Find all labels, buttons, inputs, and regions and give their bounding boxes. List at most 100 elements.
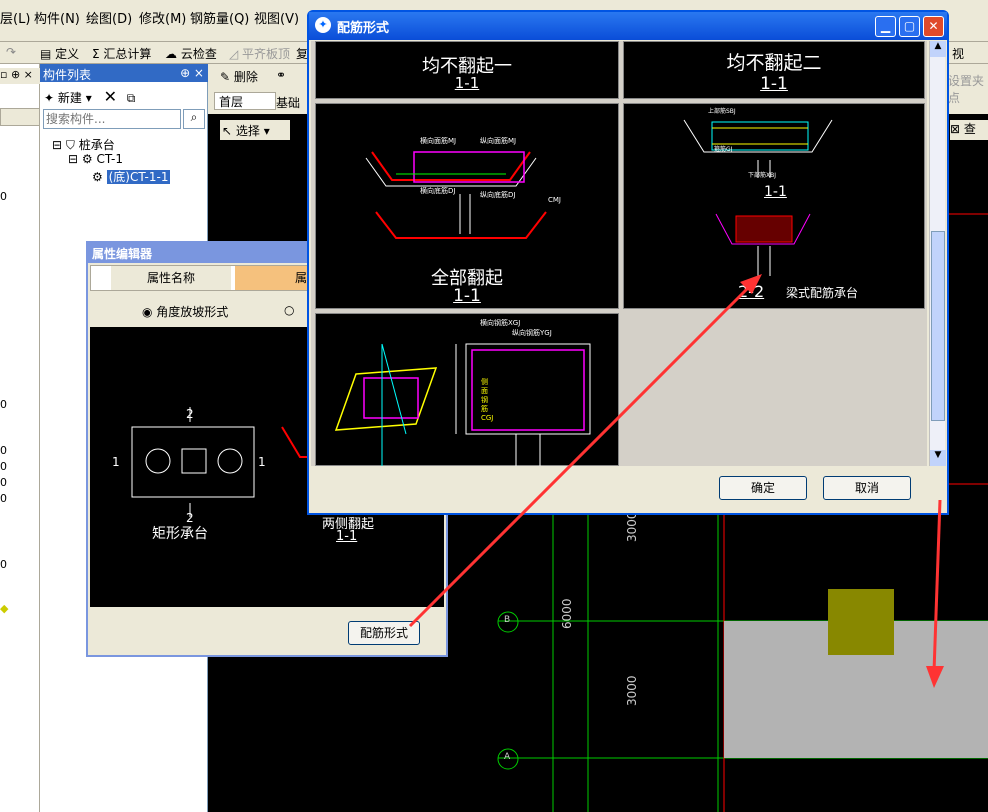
- axis-label-b: B: [504, 615, 511, 625]
- menu-component[interactable]: 构件(N): [34, 8, 80, 27]
- label-top-bar: 上部筋SBJ: [708, 108, 736, 115]
- sum-calc-button[interactable]: Σ 汇总计算: [92, 45, 151, 62]
- new-button[interactable]: ✦ 新建 ▾: [44, 91, 92, 105]
- left-num: 0: [0, 398, 7, 411]
- rect-cap-label: 矩形承台: [152, 526, 208, 542]
- option-cell-2[interactable]: 均不翻起二 1-1: [623, 41, 925, 99]
- left-num: 0: [0, 492, 7, 505]
- close-icon[interactable]: ✕: [923, 16, 944, 37]
- dialog-titlebar: ✦ 配筋形式 ▁ ▢ ✕: [309, 12, 947, 40]
- radio-slope-angle[interactable]: ◉ 角度放坡形式: [142, 303, 228, 320]
- rebar-form-button[interactable]: 配筋形式: [348, 621, 420, 645]
- left-num: 0: [0, 460, 7, 473]
- warning-icon: ◆: [0, 602, 9, 615]
- tree-node-pile-cap[interactable]: ⊟ ⛉ 桩承台: [52, 136, 115, 153]
- dialog-title: 配筋形式: [337, 21, 390, 36]
- app-icon: ✦: [315, 17, 331, 33]
- ok-button[interactable]: 确定: [719, 476, 807, 500]
- pile-circle: [145, 448, 171, 474]
- sum-calc-label: 汇总计算: [103, 47, 152, 61]
- option-cell-4[interactable]: 上部筋SBJ 下部筋XBJ 箍筋GJ 1-1 2-2 梁式配筋承台: [623, 103, 925, 309]
- gallery-scrollbar[interactable]: ▲ ▼: [929, 41, 946, 466]
- beam-cap-drawing: [683, 119, 833, 276]
- copy-icon[interactable]: ⧉: [127, 91, 136, 105]
- flush-slab-button[interactable]: ◿ 平齐板顶: [229, 45, 290, 62]
- cloud-check-button[interactable]: ☁ 云检查: [165, 45, 217, 62]
- cell-sub: 1-1: [760, 74, 788, 94]
- delete-icon[interactable]: ✕: [104, 87, 117, 106]
- option-cell-3[interactable]: 横向面筋MJ 纵向面筋MJ 横向底筋DJ 纵向底筋DJ CMJ 全部翻起 1-1: [315, 103, 619, 309]
- cell-sub: 1-1: [453, 286, 481, 306]
- tree-node-ct1[interactable]: ⊟ ⚙ CT-1: [68, 152, 123, 166]
- cell-section-1: 1-1: [764, 184, 787, 200]
- tree-label-selected: (底)CT-1-1: [106, 170, 171, 184]
- component-panel-title: 构件列表 ⊕ ×: [40, 64, 208, 82]
- tree-label: 桩承台: [78, 138, 115, 152]
- flush-slab-label: 平齐板顶: [242, 47, 291, 61]
- label-bottom-bar: 下部筋XBJ: [748, 172, 776, 179]
- menu-view[interactable]: 视图(V): [254, 8, 299, 27]
- rebar-gallery: 均不翻起一 1-1 均不翻起二 1-1 横向面筋MJ 纵向面筋MJ 横向底筋DJ…: [311, 41, 927, 466]
- panel-toolbar: ✦ 新建 ▾ ✕ ⧉: [44, 84, 204, 106]
- panel-pin-close-icon[interactable]: ⊕ ×: [180, 66, 204, 80]
- rect-dim-right: 1: [258, 455, 266, 469]
- label-longitudinal-rebar: 纵向钢筋YGJ: [512, 329, 552, 337]
- column-hatch: [181, 448, 207, 474]
- redo-icon[interactable]: ↷: [6, 45, 16, 59]
- pile-cap-block: [828, 589, 894, 655]
- left-strip: ▫ ⊕ × 0 0 0 0 0 0 0 ◆: [0, 64, 40, 812]
- scroll-up-icon[interactable]: ▲: [930, 41, 946, 57]
- cell-caption: 均不翻起二: [726, 52, 822, 74]
- label-longitudinal-bottom: 纵向底筋DJ: [480, 191, 516, 199]
- scroll-down-icon[interactable]: ▼: [930, 450, 946, 466]
- cancel-button[interactable]: 取消: [823, 476, 911, 500]
- component-search-input[interactable]: [43, 109, 181, 129]
- option-cell-1[interactable]: 均不翻起一 1-1: [315, 41, 619, 99]
- dim-3000-bottom: 3000: [625, 675, 639, 706]
- left-num: 0: [0, 476, 7, 489]
- menu-modify[interactable]: 修改(M): [139, 8, 186, 27]
- strip-header: ▫ ⊕ ×: [0, 68, 40, 84]
- dim-6000: 6000: [560, 598, 574, 629]
- dim-3000-top: 3000: [625, 511, 639, 542]
- radio-label: 角度放坡形式: [156, 305, 229, 319]
- label-horizontal-bottom: 横向底筋DJ: [420, 187, 456, 195]
- side-rebar-drawing: [334, 343, 591, 466]
- rect-dim-left: 1: [112, 455, 120, 469]
- maximize-icon[interactable]: ▢: [899, 16, 920, 37]
- label-stirrup: 箍筋GJ: [714, 146, 733, 153]
- label-cmj: CMJ: [548, 196, 561, 204]
- left-num: 0: [0, 444, 7, 457]
- rebar-form-dialog: ✦ 配筋形式 ▁ ▢ ✕ 均不翻起一 1-1 均不翻起二 1-1 横向面筋MJ …: [307, 10, 949, 515]
- tree-label: CT-1: [96, 152, 124, 166]
- menu-draw[interactable]: 绘图(D): [86, 8, 132, 27]
- cell-sub: 1-1: [454, 74, 480, 92]
- define-button[interactable]: ▤ 定义: [40, 45, 79, 62]
- cell-sub: 2-2: [738, 282, 765, 301]
- define-label: 定义: [55, 47, 80, 61]
- cloud-check-label: 云检查: [180, 47, 217, 61]
- search-icon[interactable]: ⌕: [183, 109, 205, 129]
- label-horizontal-top: 横向面筋MJ: [420, 137, 457, 145]
- both-sides-sub: 1-1: [336, 529, 358, 544]
- left-num: 0: [0, 190, 7, 203]
- tree-node-ct1-1[interactable]: ⚙ (底)CT-1-1: [92, 168, 171, 185]
- label-longitudinal-top: 纵向面筋MJ: [480, 137, 517, 145]
- left-num: 0: [0, 558, 7, 571]
- radio-other[interactable]: ○: [284, 303, 294, 317]
- option-cell-5[interactable]: 横向钢筋XGJ 纵向钢筋YGJ 侧面钢筋 CGJ: [315, 313, 619, 466]
- pile-circle: [217, 448, 243, 474]
- menu-layer[interactable]: 层(L): [0, 8, 30, 27]
- col-prop-name: 属性名称: [111, 266, 231, 290]
- menu-rebar[interactable]: 钢筋量(Q): [190, 8, 249, 27]
- scroll-thumb[interactable]: [931, 231, 945, 421]
- label-horizontal-rebar: 横向钢筋XGJ: [480, 319, 521, 327]
- label-side-rebar: 侧面钢筋 CGJ: [481, 378, 494, 422]
- strip-tab: [0, 108, 40, 126]
- new-label: 新建: [57, 91, 82, 105]
- cap-outline: [131, 426, 255, 498]
- view-button[interactable]: 视: [952, 45, 964, 62]
- axis-label-a: A: [504, 752, 511, 762]
- panel-title-text: 构件列表: [43, 68, 92, 82]
- minimize-icon[interactable]: ▁: [875, 16, 896, 37]
